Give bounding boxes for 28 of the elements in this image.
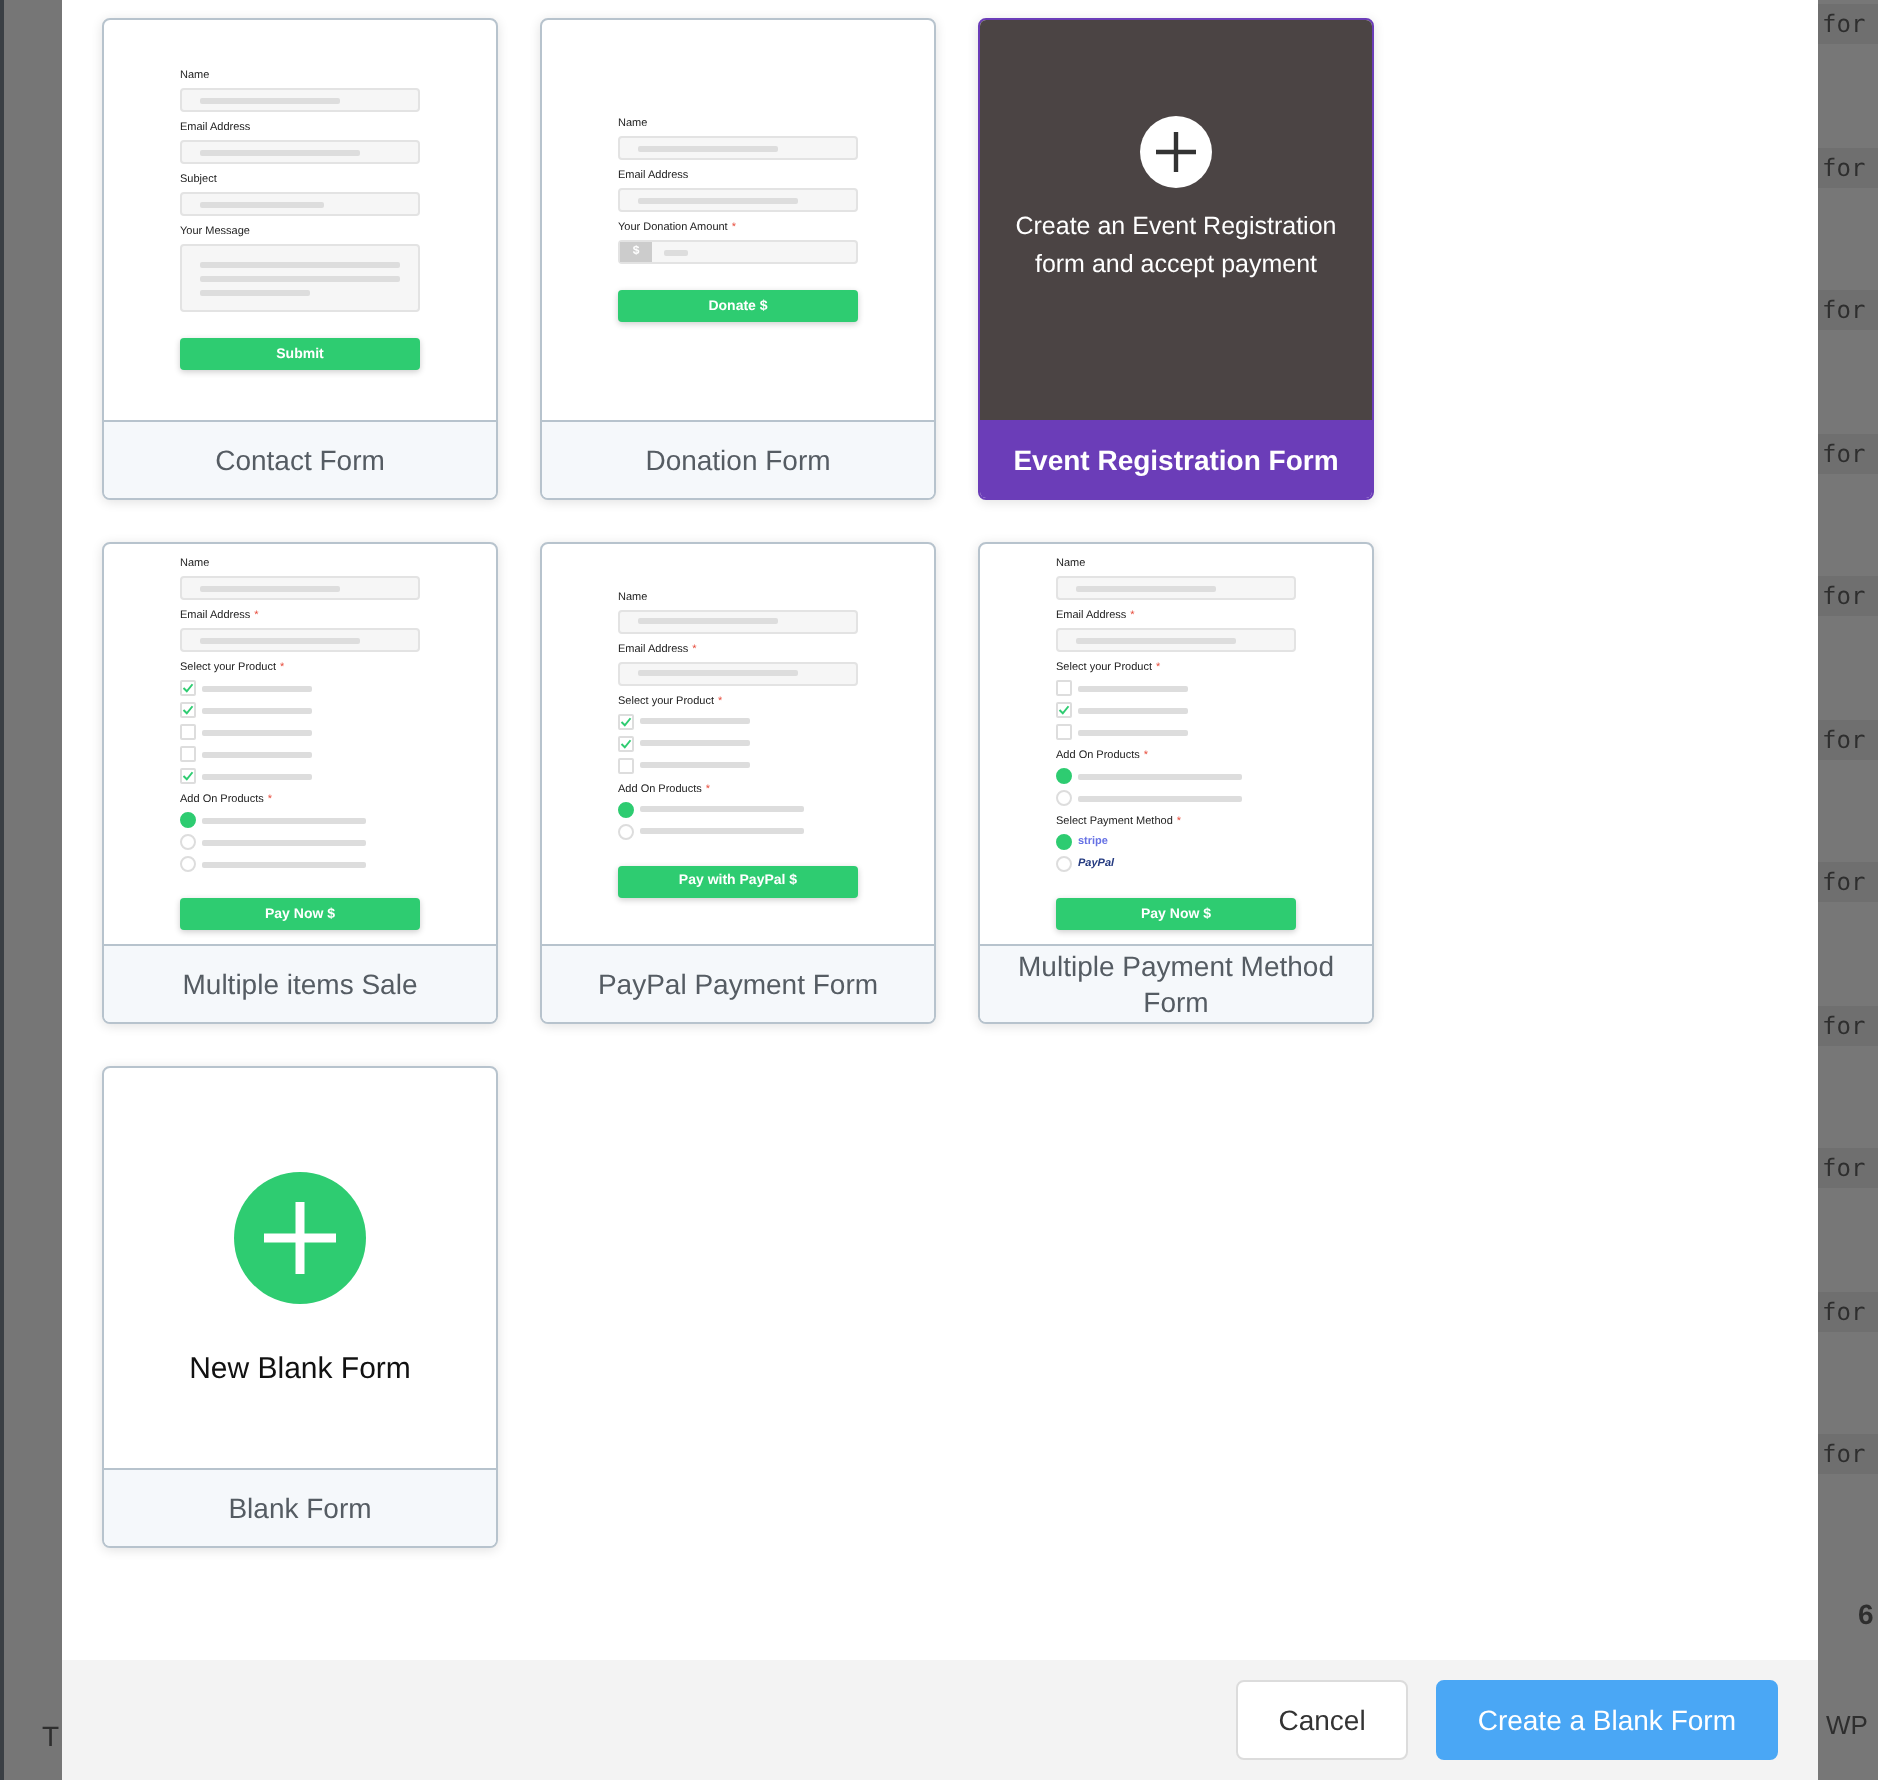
template-title: Multiple Payment Method Form xyxy=(1016,948,1336,1020)
template-card[interactable]: New Blank Form Blank Form xyxy=(102,1066,498,1548)
background-text: WP xyxy=(1824,1709,1870,1739)
background-text: for xyxy=(1818,1005,1878,1045)
template-title: PayPal Payment Form xyxy=(597,966,879,1002)
background-text: T xyxy=(42,1720,60,1752)
background-text: for xyxy=(1818,719,1878,759)
plus-icon xyxy=(1140,116,1212,188)
background-text: for xyxy=(1818,1148,1878,1188)
background-text: for xyxy=(1818,290,1878,330)
template-title: Multiple items Sale xyxy=(182,966,418,1002)
background-text: for xyxy=(1818,1291,1878,1331)
cancel-button[interactable]: Cancel xyxy=(1236,1680,1408,1760)
plus-icon xyxy=(234,1171,366,1303)
template-card[interactable]: Create an Event Registration form and accept payment Event Registration Form xyxy=(978,18,1374,500)
template-description: Create an Event Registration form and accept payment xyxy=(1013,210,1339,282)
template-title: Donation Form xyxy=(645,442,831,478)
background-text: for xyxy=(1818,4,1878,44)
background-text: for xyxy=(1818,576,1878,616)
template-title: Event Registration Form xyxy=(1013,442,1339,478)
blank-form-label: New Blank Form xyxy=(189,1351,411,1385)
background-text: 6 xyxy=(1856,1597,1876,1629)
background-text: for xyxy=(1818,1434,1878,1474)
template-title: Blank Form xyxy=(228,1490,372,1526)
background-text: for xyxy=(1818,862,1878,902)
background-text: for xyxy=(1818,147,1878,187)
template-title: Contact Form xyxy=(215,442,385,478)
background-text: for xyxy=(1818,433,1878,473)
